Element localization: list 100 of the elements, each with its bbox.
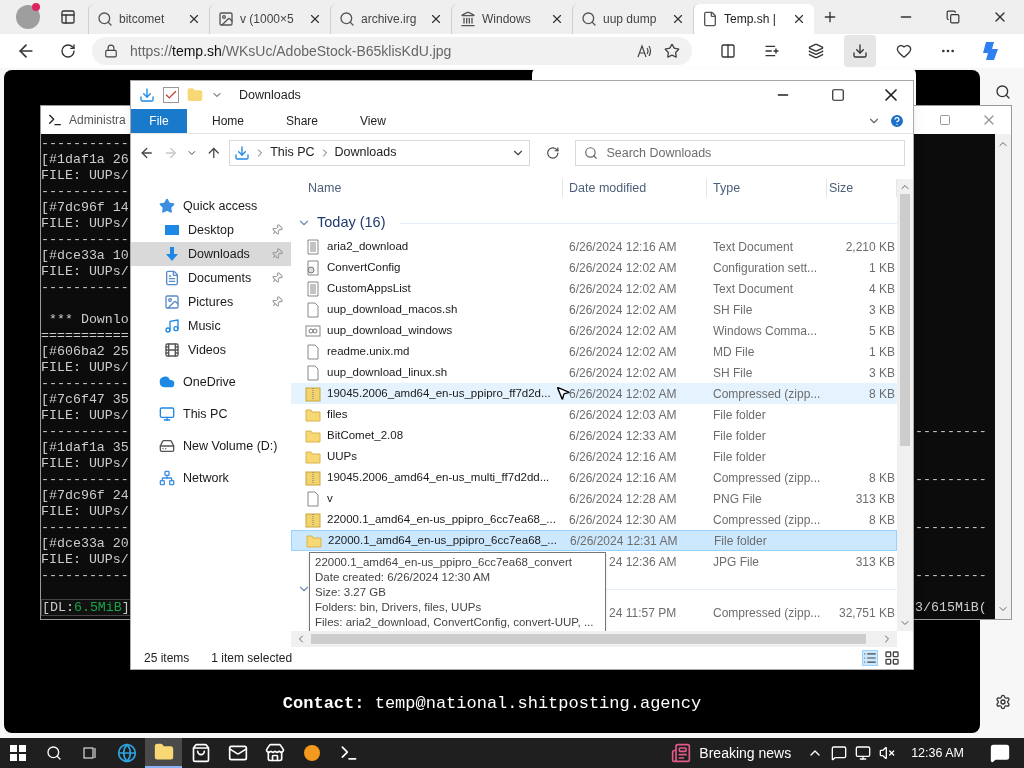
date-cell: 6/26/2024 12:16 AM — [569, 449, 677, 464]
address-field[interactable]: This PC Downloads — [229, 139, 530, 166]
file-row[interactable]: 22000.1_amd64_en-us_ppipro_6cc7ea68_... 6/26/2024 12:31 AM File folder — [291, 530, 897, 551]
document-icon — [164, 270, 180, 286]
restore-icon[interactable] — [946, 10, 960, 24]
close-icon[interactable] — [429, 12, 443, 26]
file-row[interactable]: uup_download_macos.sh 6/26/2024 12:02 AM SH File 3 KB — [291, 299, 897, 320]
help-icon[interactable] — [889, 113, 905, 129]
file-row[interactable]: uup_download_linux.sh 6/26/2024 12:02 AM SH File 3 KB — [291, 362, 897, 383]
news-icon[interactable] — [671, 743, 692, 763]
file-row[interactable]: UUPs 6/26/2024 12:16 AM File folder — [291, 446, 897, 467]
settings-icon[interactable] — [995, 694, 1011, 710]
file-row[interactable]: readme.unix.md 6/26/2024 12:02 AM MD File 1 KB — [291, 341, 897, 362]
size-cell: 5 KB — [869, 323, 895, 338]
size-cell: 1 KB — [869, 344, 895, 359]
date-cell: 6/26/2024 12:02 AM — [569, 281, 677, 296]
close-icon[interactable] — [671, 12, 685, 26]
tooltip-line: Date created: 6/26/2024 12:30 AM — [315, 570, 492, 585]
ribbon-tab[interactable]: View — [343, 109, 403, 133]
network-icon[interactable] — [855, 745, 872, 761]
file-row[interactable]: aria2_download 6/26/2024 12:16 AM Text Document 2,210 KB — [291, 236, 897, 257]
search-icon[interactable] — [46, 745, 62, 761]
nav-item[interactable]: Pictures — [131, 290, 291, 314]
monitor-icon — [159, 406, 175, 422]
profile-avatar[interactable] — [16, 5, 40, 29]
ribbon-tab[interactable]: Home — [195, 109, 261, 133]
taskbar-app[interactable] — [145, 738, 182, 768]
nav-item[interactable]: Music — [131, 314, 291, 338]
ribbon-tab[interactable]: Share — [269, 109, 336, 133]
notifications-icon[interactable] — [990, 743, 1010, 763]
nav-item[interactable]: Downloads — [131, 242, 291, 266]
url-text: https://temp.sh/WKsUc/AdobeStock-B65klisKdU.jpg — [130, 41, 453, 61]
tooltip-line: Folders: bin, Drivers, files, UUPs — [315, 600, 483, 615]
meet-icon[interactable] — [831, 745, 848, 761]
vertical-scrollbar[interactable] — [897, 179, 913, 631]
task-view-icon[interactable] — [82, 745, 98, 761]
breadcrumb-item[interactable]: This PC — [270, 143, 315, 162]
close-icon[interactable] — [187, 12, 201, 26]
file-row[interactable]: 19045.2006_amd64_en-us_ppipro_ff7d2d... 6/26/2024 12:02 AM Compressed (zipp... 8 KB — [291, 383, 897, 404]
type-cell-text: PNG File — [712, 490, 763, 508]
nav-item[interactable]: Quick access — [131, 194, 291, 218]
refresh-icon[interactable] — [60, 43, 76, 59]
download-arrow-icon[interactable] — [139, 87, 155, 103]
file-row[interactable]: uup_download_windows 6/26/2024 12:02 AM Windows Comma... 5 KB — [291, 320, 897, 341]
favorite-star-icon[interactable] — [664, 43, 680, 59]
muted-speaker-icon[interactable] — [879, 745, 896, 761]
news-text[interactable]: Breaking news — [699, 742, 792, 764]
split-screen-icon[interactable] — [720, 43, 736, 59]
read-aloud-icon[interactable] — [636, 43, 652, 59]
nav-item[interactable]: Documents — [131, 266, 291, 290]
nav-item[interactable]: Desktop — [131, 218, 291, 242]
file-row[interactable]: CustomAppsList 6/26/2024 12:02 AM Text Document 4 KB — [291, 278, 897, 299]
scroll-thumb[interactable] — [900, 194, 910, 446]
column-header[interactable]: Date modified — [563, 178, 707, 198]
new-tab-icon[interactable] — [822, 9, 838, 25]
downloads-button[interactable] — [844, 35, 876, 67]
column-header[interactable]: Name — [291, 178, 563, 198]
tiles-view-icon[interactable] — [884, 650, 900, 666]
clock[interactable]: 12:36 AM — [911, 743, 964, 763]
scroll-thumb[interactable] — [311, 634, 866, 644]
search-field[interactable]: Search Downloads — [575, 139, 905, 166]
search-icon[interactable] — [995, 84, 1011, 100]
nav-item[interactable]: Videos — [131, 338, 291, 362]
close-icon[interactable] — [550, 12, 564, 26]
maximize-icon[interactable] — [831, 88, 845, 102]
text-file-icon — [305, 280, 321, 297]
close-icon[interactable] — [308, 12, 322, 26]
horizontal-scrollbar[interactable] — [291, 631, 897, 647]
heart-icon[interactable] — [896, 43, 912, 59]
script-file-icon — [305, 322, 321, 339]
cloud-icon — [159, 374, 175, 390]
file-row[interactable]: ConvertConfig 6/26/2024 12:02 AM Configuration sett... 1 KB — [291, 257, 897, 278]
type-cell-text: Compressed (zipp... — [712, 511, 822, 529]
close-icon[interactable] — [792, 12, 806, 26]
nav-item[interactable]: Network — [131, 466, 291, 490]
checkmark-icon[interactable] — [163, 87, 179, 103]
collections-icon[interactable] — [808, 43, 824, 59]
address-bar[interactable]: https://temp.sh/WKsUc/AdobeStock-B65klisKdU.jpg — [92, 37, 692, 65]
details-view-icon[interactable] — [862, 650, 878, 666]
file-row[interactable]: BitComet_2.08 6/26/2024 12:33 AM File folder — [291, 425, 897, 446]
file-row[interactable]: 19045.2006_amd64_en-us_multi_ff7d2dd... 6/26/2024 12:16 AM Compressed (zipp... 8 KB — [291, 467, 897, 488]
group-header[interactable]: Today (16) — [317, 212, 386, 234]
nav-item[interactable]: New Volume (D:) — [131, 434, 291, 458]
file-row[interactable]: 22000.1_amd64_en-us_ppipro_6cc7ea68_... 6/26/2024 12:30 AM Compressed (zipp... 8 KB — [291, 509, 897, 530]
file-row[interactable]: v 6/26/2024 12:28 AM PNG File 313 KB — [291, 488, 897, 509]
file-row[interactable]: files 6/26/2024 12:03 AM File folder — [291, 404, 897, 425]
column-header[interactable]: Type — [707, 178, 827, 198]
type-cell-text: Windows Comma... — [712, 322, 819, 340]
nav-item[interactable]: OneDrive — [131, 370, 291, 394]
zip-folder-icon — [305, 385, 321, 402]
search-icon — [339, 11, 355, 27]
tooltip-line: 22000.1_amd64_en-us_ppipro_6cc7ea68_convert — [315, 555, 574, 570]
browser-tab[interactable]: Temp.sh | — [693, 4, 814, 34]
nav-item[interactable]: This PC — [131, 402, 291, 426]
tab-actions-icon[interactable] — [60, 9, 76, 25]
favorites-icon[interactable] — [764, 43, 780, 59]
windows-logo-icon[interactable] — [10, 745, 26, 761]
refresh-icon[interactable] — [545, 145, 560, 160]
file-name: uup_download_macos.sh — [327, 301, 458, 317]
breadcrumb-item[interactable]: Downloads — [334, 143, 397, 162]
